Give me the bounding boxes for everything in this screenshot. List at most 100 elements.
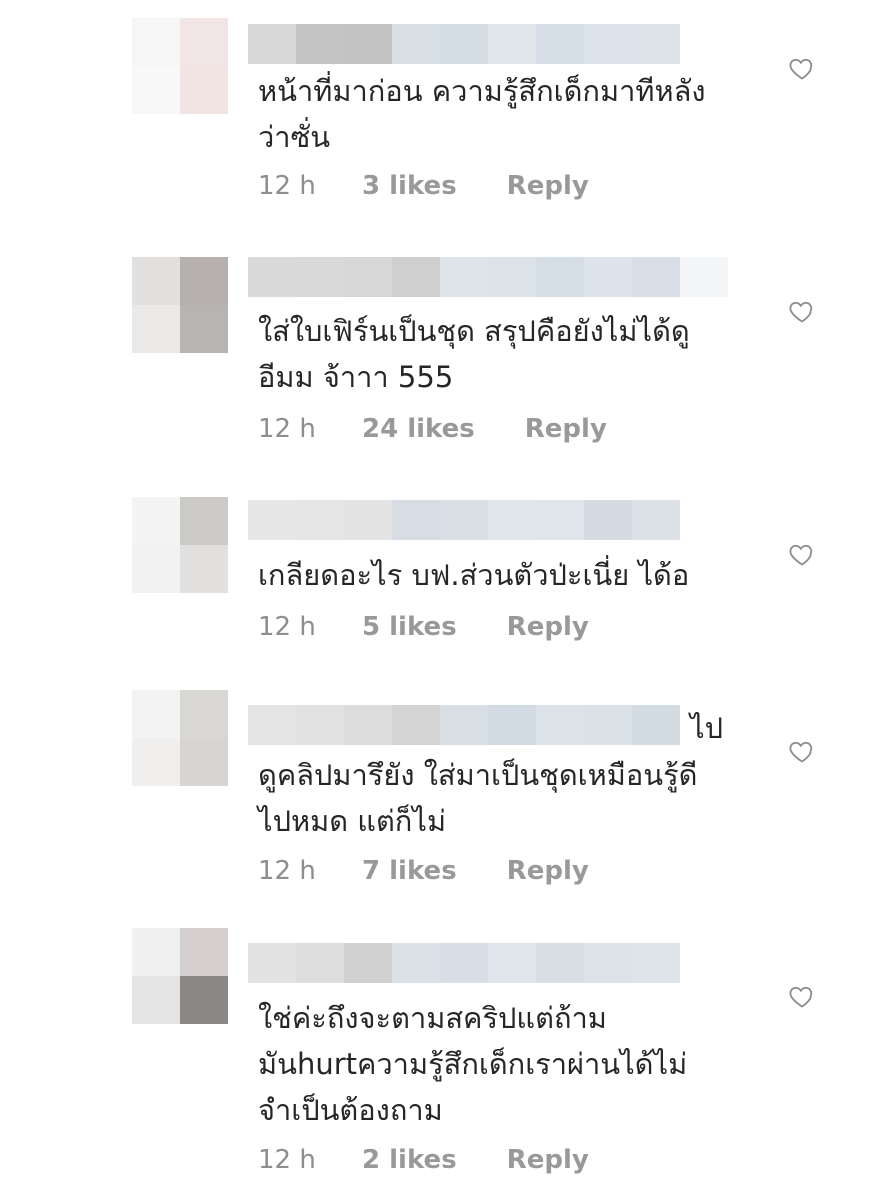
likes-count[interactable]: 24 likes	[362, 414, 475, 444]
heart-outline-icon[interactable]	[788, 737, 816, 765]
avatar-pixel	[132, 305, 180, 353]
username-pixel	[632, 24, 680, 64]
comment-text: ใช่ค่ะถึงจะตามสคริปแต่ถ้าม มันhurtความรู…	[258, 1001, 688, 1127]
avatar[interactable]	[132, 497, 228, 593]
avatar-pixel	[132, 18, 180, 66]
likes-count[interactable]: 7 likes	[362, 856, 457, 886]
timestamp: 12 h	[258, 612, 316, 642]
avatar-pixel	[132, 497, 180, 545]
username-pixel	[632, 705, 680, 745]
username-pixel	[632, 500, 680, 540]
username-blurred[interactable]	[248, 257, 728, 297]
comment-text: ดูคลิปมารึยัง ใส่มาเป็นชุดเหมือนรู้ดี ไป…	[258, 758, 698, 838]
username-pixel	[296, 24, 344, 64]
comment-meta: 12 h 5 likes Reply	[258, 609, 589, 645]
avatar-pixel	[180, 976, 228, 1024]
username-blurred[interactable]	[248, 24, 680, 64]
username-pixel	[488, 257, 536, 297]
username-pixel	[632, 943, 680, 983]
comment-meta: 12 h 7 likes Reply	[258, 853, 589, 889]
comment-text: หน้าที่มาก่อน ความรู้สึกเด็กมาทีหลัง ว่า…	[258, 74, 706, 154]
username-pixel	[296, 705, 344, 745]
avatar[interactable]	[132, 690, 228, 786]
comment-meta: 12 h 24 likes Reply	[258, 411, 607, 447]
username-pixel	[392, 705, 440, 745]
timestamp: 12 h	[258, 414, 316, 444]
username-pixel	[344, 24, 392, 64]
username-pixel	[248, 24, 296, 64]
timestamp: 12 h	[258, 1145, 316, 1175]
heart-outline-icon[interactable]	[788, 54, 816, 82]
username-pixel	[440, 500, 488, 540]
username-pixel	[344, 257, 392, 297]
username-pixel	[248, 257, 296, 297]
reply-button[interactable]: Reply	[507, 1145, 589, 1175]
reply-button[interactable]: Reply	[507, 856, 589, 886]
username-pixel	[248, 943, 296, 983]
username-pixel	[488, 943, 536, 983]
avatar-pixel	[180, 305, 228, 353]
username-pixel	[440, 705, 488, 745]
avatar-pixel	[132, 928, 180, 976]
avatar[interactable]	[132, 18, 228, 114]
username-pixel	[344, 943, 392, 983]
avatar-pixel	[180, 738, 228, 786]
avatar-pixel	[132, 738, 180, 786]
comment-text: เกลียดอะไร บฟ.ส่วนตัวป่ะเนี่ย ได้อ	[258, 558, 690, 592]
avatar[interactable]	[132, 257, 228, 353]
username-pixel	[488, 705, 536, 745]
heart-outline-icon[interactable]	[788, 982, 816, 1010]
username-pixel	[680, 257, 728, 297]
username-pixel	[392, 24, 440, 64]
comment-text: ใส่ใบเฟิร์นเป็นชุด สรุปคือยังไม่ได้ดู อี…	[258, 314, 690, 394]
username-pixel	[584, 24, 632, 64]
username-pixel	[584, 500, 632, 540]
username-pixel	[536, 24, 584, 64]
likes-count[interactable]: 2 likes	[362, 1145, 457, 1175]
heart-outline-icon[interactable]	[788, 540, 816, 568]
username-pixel	[440, 257, 488, 297]
username-pixel	[536, 500, 584, 540]
avatar-pixel	[132, 66, 180, 114]
username-pixel	[536, 705, 584, 745]
avatar-pixel	[132, 545, 180, 593]
avatar-pixel	[180, 18, 228, 66]
heart-outline-icon[interactable]	[788, 297, 816, 325]
username-blurred[interactable]	[248, 943, 680, 983]
avatar-pixel	[180, 928, 228, 976]
likes-count[interactable]: 5 likes	[362, 612, 457, 642]
reply-button[interactable]: Reply	[507, 171, 589, 201]
username-pixel	[536, 257, 584, 297]
username-pixel	[536, 943, 584, 983]
username-pixel	[248, 705, 296, 745]
username-blurred[interactable]	[248, 705, 680, 745]
username-pixel	[296, 257, 344, 297]
reply-button[interactable]: Reply	[525, 414, 607, 444]
username-pixel	[392, 943, 440, 983]
username-pixel	[440, 24, 488, 64]
timestamp: 12 h	[258, 171, 316, 201]
timestamp: 12 h	[258, 856, 316, 886]
username-pixel	[584, 943, 632, 983]
likes-count[interactable]: 3 likes	[362, 171, 457, 201]
username-blurred[interactable]	[248, 500, 680, 540]
comment-text-start: ไป	[690, 711, 723, 745]
username-pixel	[584, 257, 632, 297]
reply-button[interactable]: Reply	[507, 612, 589, 642]
username-pixel	[440, 943, 488, 983]
username-pixel	[248, 500, 296, 540]
username-pixel	[344, 705, 392, 745]
avatar-pixel	[132, 690, 180, 738]
comment-meta: 12 h 3 likes Reply	[258, 168, 589, 204]
username-pixel	[344, 500, 392, 540]
username-pixel	[584, 705, 632, 745]
avatar-pixel	[180, 66, 228, 114]
username-pixel	[392, 500, 440, 540]
username-pixel	[632, 257, 680, 297]
avatar-pixel	[132, 976, 180, 1024]
avatar-pixel	[180, 545, 228, 593]
username-pixel	[488, 24, 536, 64]
avatar-pixel	[180, 497, 228, 545]
avatar[interactable]	[132, 928, 228, 1024]
avatar-pixel	[132, 257, 180, 305]
